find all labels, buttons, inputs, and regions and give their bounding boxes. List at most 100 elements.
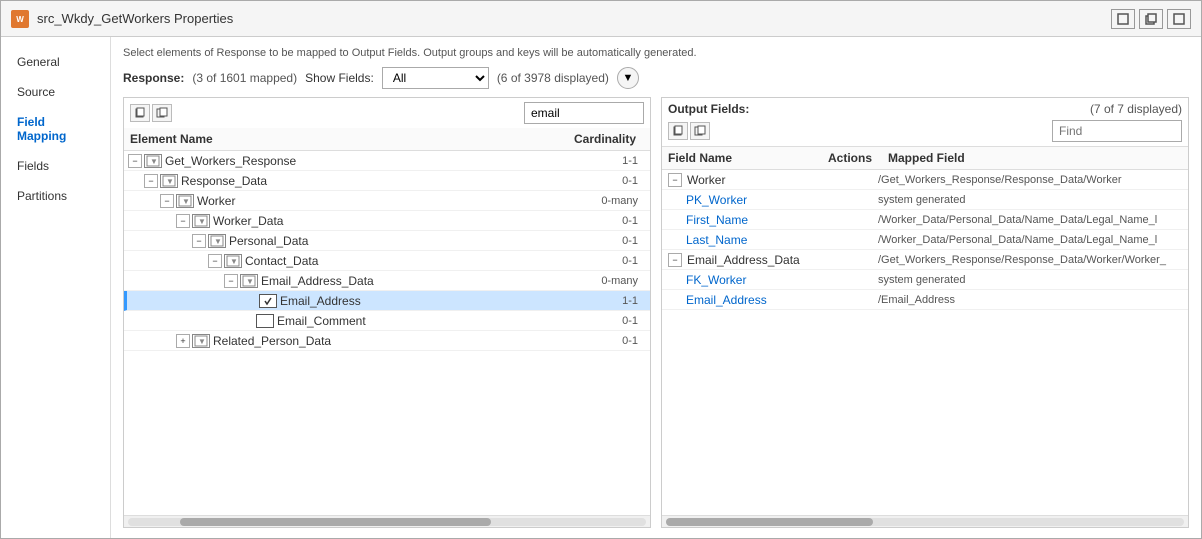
output-fields-label: Output Fields: — [668, 102, 749, 116]
svg-text:▼: ▼ — [150, 157, 158, 166]
output-col-header: Field Name Actions Mapped Field — [662, 147, 1188, 170]
output-field-label-o2: PK_Worker — [686, 193, 747, 207]
tree-row-selected[interactable]: Email_Address 1-1 — [124, 291, 650, 311]
close-button[interactable] — [1167, 9, 1191, 29]
node-label-r8: Email_Address — [280, 294, 566, 308]
output-copy-button-1[interactable] — [668, 122, 688, 140]
sidebar-item-general[interactable]: General — [1, 47, 110, 77]
collapse-btn-r2[interactable]: − — [144, 174, 158, 188]
output-mapped-o2: system generated — [878, 194, 1182, 206]
content-area: Select elements of Response to be mapped… — [111, 37, 1201, 538]
node-label-r10: Related_Person_Data — [213, 334, 566, 348]
copy-button-1[interactable] — [130, 104, 150, 122]
sidebar-item-source[interactable]: Source — [1, 77, 110, 107]
collapse-btn-r1[interactable]: − — [128, 154, 142, 168]
output-find-input[interactable] — [1052, 120, 1182, 142]
tree-row[interactable]: − ▼ Get_Workers_Response 1-1 — [124, 151, 650, 171]
tree-area[interactable]: − ▼ Get_Workers_Response 1-1 − — [124, 151, 650, 515]
output-copy-icons — [668, 122, 710, 140]
response-search-input[interactable] — [524, 102, 644, 124]
tree-row[interactable]: Email_Comment 0-1 — [124, 311, 650, 331]
sidebar-item-fields[interactable]: Fields — [1, 151, 110, 181]
tree-row[interactable]: − ▼ Contact_Data 0-1 — [124, 251, 650, 271]
tree-row[interactable]: − ▼ Worker 0-many — [124, 191, 650, 211]
collapse-btn-r6[interactable]: − — [208, 254, 222, 268]
node-label-r4: Worker_Data — [213, 214, 566, 228]
checkbox-icon-r8[interactable] — [259, 294, 277, 308]
collapse-btn-r5[interactable]: − — [192, 234, 206, 248]
main-window: W src_Wkdy_GetWorkers Properties General — [0, 0, 1202, 539]
node-label-r6: Contact_Data — [245, 254, 566, 268]
output-row[interactable]: PK_Worker system generated — [662, 190, 1188, 210]
response-panel: Element Name Cardinality − ▼ Get_Worker — [123, 97, 651, 528]
col-mapped-field-header: Mapped Field — [888, 151, 1182, 165]
tree-row[interactable]: + ▼ Related_Person_Data 0-1 — [124, 331, 650, 351]
collapse-btn-r3[interactable]: − — [160, 194, 174, 208]
node-label-r5: Personal_Data — [229, 234, 566, 248]
show-fields-select[interactable]: All Mapped Unmapped — [382, 67, 489, 89]
output-mapped-o1: /Get_Workers_Response/Response_Data/Work… — [878, 174, 1182, 186]
node-icon-r3: ▼ — [176, 194, 194, 208]
cardinality-r6: 0-1 — [566, 255, 646, 267]
cardinality-r4: 0-1 — [566, 215, 646, 227]
node-icon-r4: ▼ — [192, 214, 210, 228]
output-row[interactable]: − Email_Address_Data /Get_Workers_Respon… — [662, 250, 1188, 270]
output-panel: Output Fields: (7 of 7 displayed) — [661, 97, 1189, 528]
expand-btn-r10[interactable]: + — [176, 334, 190, 348]
output-field-label-o6: FK_Worker — [686, 273, 746, 287]
displayed-count: (6 of 3978 displayed) — [497, 71, 609, 85]
tree-row[interactable]: − ▼ Worker_Data 0-1 — [124, 211, 650, 231]
minimize-button[interactable] — [1139, 9, 1163, 29]
toolbar-row: Response: (3 of 1601 mapped) Show Fields… — [123, 67, 1189, 89]
output-mapped-o4: /Worker_Data/Personal_Data/Name_Data/Leg… — [878, 234, 1182, 246]
output-field-label-o4: Last_Name — [686, 233, 747, 247]
sidebar: General Source Field Mapping Fields Part… — [1, 37, 111, 538]
output-field-label-o7: Email_Address — [686, 293, 767, 307]
node-label-r3: Worker — [197, 194, 566, 208]
svg-text:▼: ▼ — [230, 257, 238, 266]
node-icon-r7: ▼ — [240, 274, 258, 288]
collapse-btn-r4[interactable]: − — [176, 214, 190, 228]
output-scrollbar[interactable] — [662, 515, 1188, 527]
node-icon-r1: ▼ — [144, 154, 162, 168]
node-icon-r10: ▼ — [192, 334, 210, 348]
output-mapped-o6: system generated — [878, 274, 1182, 286]
output-row[interactable]: Last_Name /Worker_Data/Personal_Data/Nam… — [662, 230, 1188, 250]
response-scrollbar[interactable] — [124, 515, 650, 527]
titlebar-left: W src_Wkdy_GetWorkers Properties — [11, 10, 233, 28]
cardinality-r3: 0-many — [566, 195, 646, 207]
output-row[interactable]: First_Name /Worker_Data/Personal_Data/Na… — [662, 210, 1188, 230]
output-panel-toolbar — [662, 120, 1188, 147]
cardinality-r1: 1-1 — [566, 155, 646, 167]
main-content: General Source Field Mapping Fields Part… — [1, 37, 1201, 538]
output-panel-top: Output Fields: (7 of 7 displayed) — [662, 98, 1188, 120]
info-bar: Select elements of Response to be mapped… — [123, 47, 1189, 59]
svg-text:▼: ▼ — [182, 197, 190, 206]
sidebar-item-field-mapping[interactable]: Field Mapping — [1, 107, 110, 151]
tree-row[interactable]: − ▼ Response_Data 0-1 — [124, 171, 650, 191]
collapse-btn-o5[interactable]: − — [668, 253, 682, 267]
collapse-btn-o1[interactable]: − — [668, 173, 682, 187]
sidebar-item-partitions[interactable]: Partitions — [1, 181, 110, 211]
collapse-btn-r7[interactable]: − — [224, 274, 238, 288]
window-controls — [1111, 9, 1191, 29]
output-row[interactable]: − Worker /Get_Workers_Response/Response_… — [662, 170, 1188, 190]
output-field-label-o1: Worker — [687, 173, 725, 187]
output-tree-area[interactable]: − Worker /Get_Workers_Response/Response_… — [662, 170, 1188, 515]
col-element-name-header: Element Name — [130, 132, 564, 146]
show-fields-label: Show Fields: — [305, 71, 374, 85]
restore-button[interactable] — [1111, 9, 1135, 29]
tree-row[interactable]: − ▼ Email_Address_Data 0-many — [124, 271, 650, 291]
copy-button-2[interactable] — [152, 104, 172, 122]
output-row[interactable]: FK_Worker system generated — [662, 270, 1188, 290]
window-title: src_Wkdy_GetWorkers Properties — [37, 11, 233, 26]
checkbox-icon-r9[interactable] — [256, 314, 274, 328]
response-col-header: Element Name Cardinality — [124, 128, 650, 151]
output-copy-button-2[interactable] — [690, 122, 710, 140]
svg-text:W: W — [16, 15, 24, 24]
svg-text:▼: ▼ — [246, 277, 254, 286]
expand-options-button[interactable]: ▼ — [617, 67, 639, 89]
node-label-r2: Response_Data — [181, 174, 566, 188]
output-row[interactable]: Email_Address /Email_Address — [662, 290, 1188, 310]
tree-row[interactable]: − ▼ Personal_Data 0-1 — [124, 231, 650, 251]
